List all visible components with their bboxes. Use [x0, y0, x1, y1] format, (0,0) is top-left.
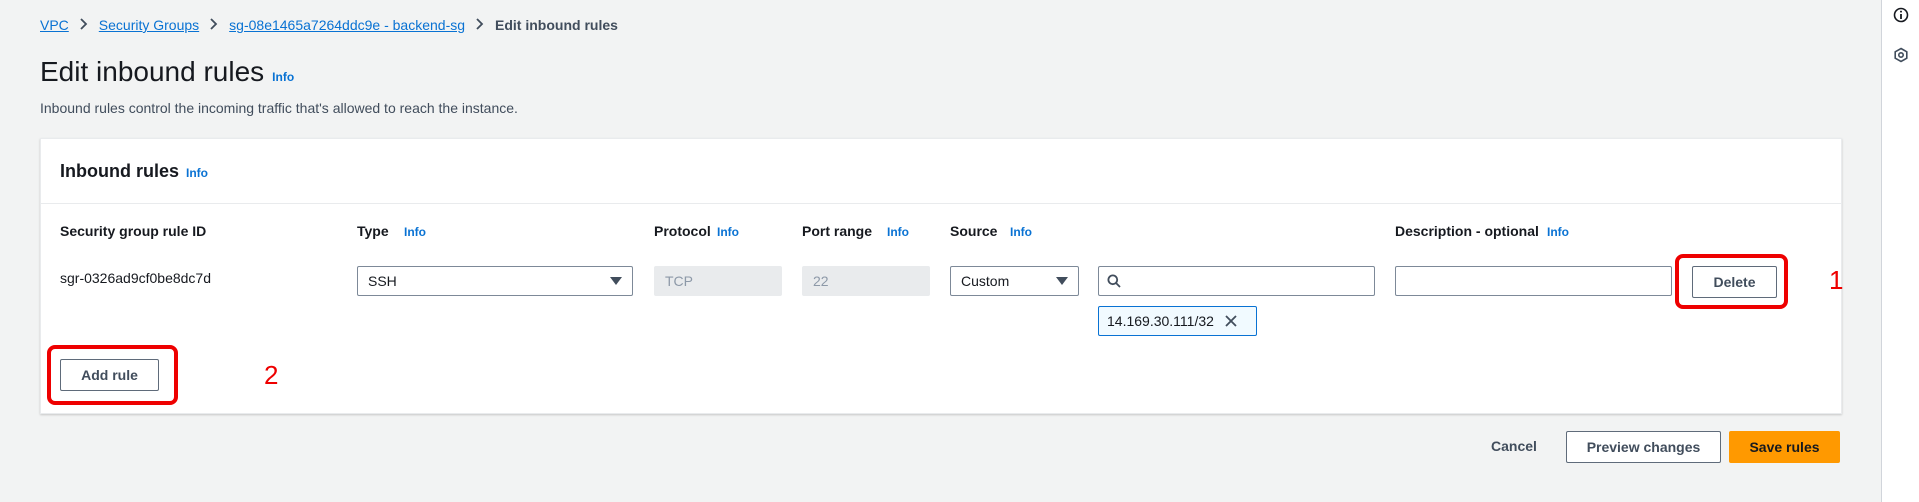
port-range-value: 22: [813, 273, 829, 289]
add-rule-button[interactable]: Add rule: [60, 359, 159, 391]
type-select-value: SSH: [368, 273, 397, 289]
caret-down-icon: [1056, 277, 1068, 285]
column-header-protocol: Protocol: [654, 223, 711, 239]
source-type-select[interactable]: Custom: [950, 266, 1079, 296]
breadcrumb-link-security-groups[interactable]: Security Groups: [99, 17, 199, 33]
utility-rail: [1881, 0, 1919, 502]
column-header-description: Description - optional: [1395, 223, 1539, 239]
description-input[interactable]: [1395, 266, 1672, 296]
page-title: Edit inbound rules: [40, 56, 265, 87]
port-range-field: 22: [802, 266, 930, 296]
cancel-button[interactable]: Cancel: [1491, 438, 1537, 454]
rule-id: sgr-0326ad9cf0be8dc7d: [60, 270, 212, 286]
type-select[interactable]: SSH: [357, 266, 633, 296]
caret-down-icon: [610, 277, 622, 285]
panel-info-link[interactable]: Info: [186, 166, 208, 180]
column-header-rule-id: Security group rule ID: [60, 223, 207, 239]
port-range-info-link[interactable]: Info: [887, 225, 909, 239]
page-info-link[interactable]: Info: [272, 70, 294, 84]
save-rules-button[interactable]: Save rules: [1729, 431, 1840, 463]
page-header: Edit inbound rules Info: [40, 56, 294, 88]
info-circle-icon[interactable]: [1893, 7, 1909, 28]
protocol-info-link[interactable]: Info: [717, 225, 739, 239]
chevron-right-icon: [79, 17, 89, 33]
column-header-type: Type: [357, 223, 389, 239]
breadcrumb-link-security-group[interactable]: sg-08e1465a7264ddc9e - backend-sg: [229, 17, 465, 33]
source-search-input[interactable]: [1098, 266, 1375, 296]
source-token-label: 14.169.30.111/32: [1107, 313, 1214, 329]
column-header-source: Source: [950, 223, 998, 239]
source-token: 14.169.30.111/32: [1098, 306, 1257, 336]
close-icon[interactable]: [1224, 314, 1238, 328]
type-info-link[interactable]: Info: [404, 225, 426, 239]
chevron-right-icon: [475, 17, 485, 33]
panel-header: Inbound rules Info: [41, 139, 1841, 204]
annotation-label-1: 1: [1829, 265, 1844, 295]
column-header-port-range: Port range: [802, 223, 873, 239]
panel-title: Inbound rules: [60, 161, 179, 181]
source-info-link[interactable]: Info: [1010, 225, 1032, 239]
annotation-label-2: 2: [264, 360, 279, 390]
page-description: Inbound rules control the incoming traff…: [40, 100, 518, 116]
search-icon: [1107, 274, 1121, 288]
breadcrumb-link-vpc[interactable]: VPC: [40, 17, 69, 33]
protocol-field: TCP: [654, 266, 782, 296]
delete-button[interactable]: Delete: [1692, 266, 1777, 298]
breadcrumb-current: Edit inbound rules: [495, 17, 618, 33]
description-info-link[interactable]: Info: [1547, 225, 1569, 239]
protocol-value: TCP: [665, 273, 693, 289]
settings-hex-icon[interactable]: [1893, 47, 1909, 68]
source-type-value: Custom: [961, 273, 1010, 289]
breadcrumb: VPC Security Groups sg-08e1465a7264ddc9e…: [40, 17, 618, 33]
chevron-right-icon: [209, 17, 219, 33]
preview-changes-button[interactable]: Preview changes: [1566, 431, 1721, 463]
